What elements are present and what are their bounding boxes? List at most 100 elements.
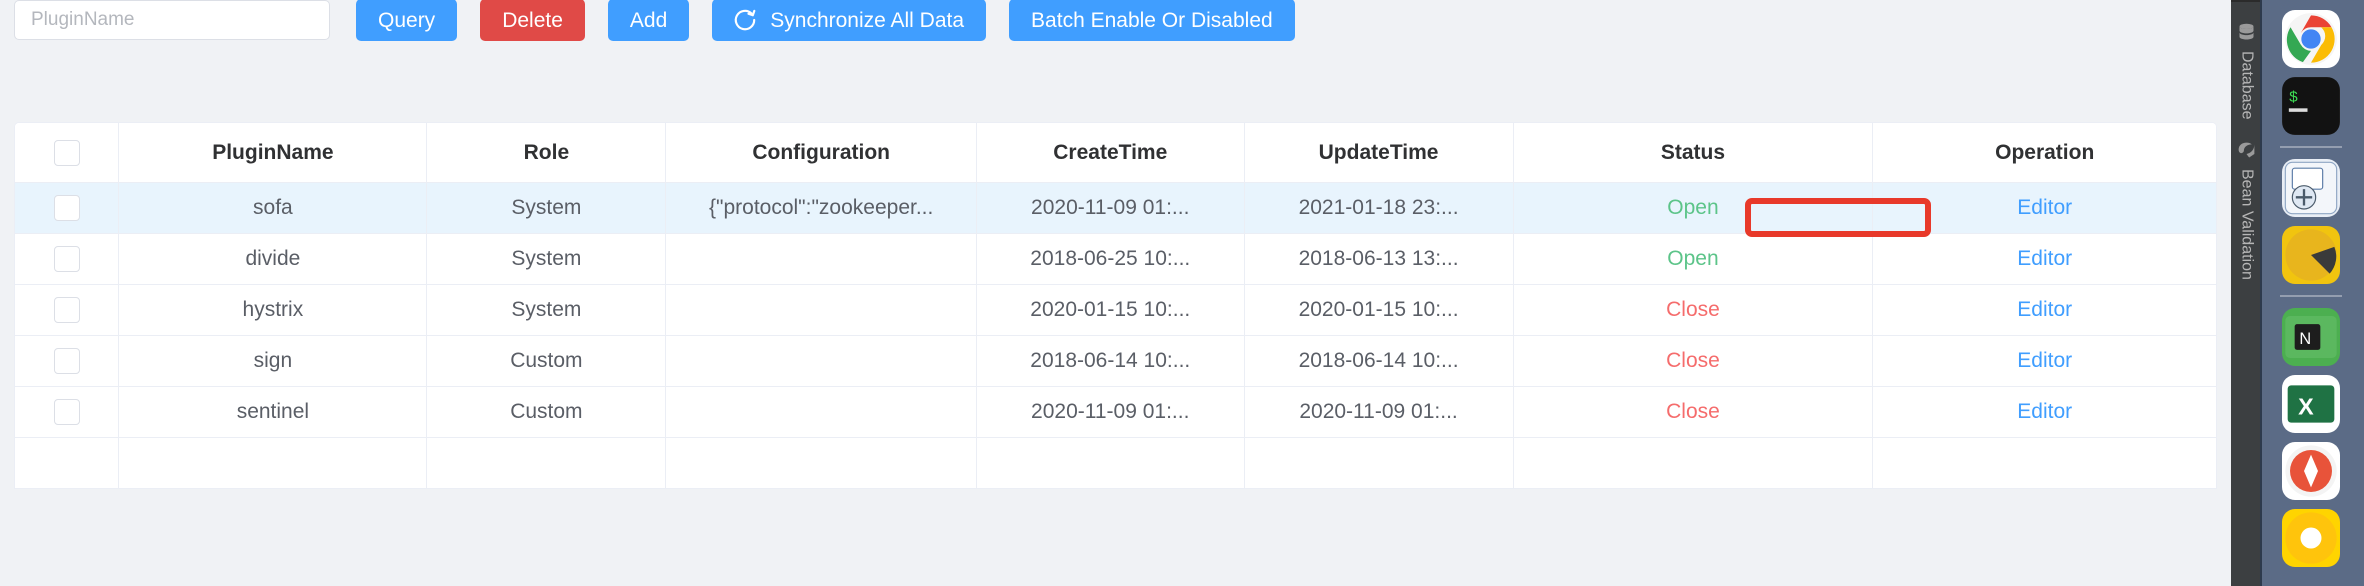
table-row[interactable]: divideSystem 2018-06-25 10:...2018-06-13 … xyxy=(15,234,2216,285)
cell-role: System xyxy=(427,234,666,285)
cell-createtime: 2020-11-09 01:... xyxy=(976,387,1244,438)
synchronize-all-data-button[interactable]: Synchronize All Data xyxy=(712,0,986,41)
status-badge[interactable]: Close xyxy=(1513,387,1873,438)
macos-dock: $ xyxy=(2260,0,2364,586)
sidebar-item-database-label: Database xyxy=(2238,51,2256,120)
status-badge-value[interactable]: Close xyxy=(1666,349,1720,372)
plugin-table-element: PluginName Role Configuration CreateTime… xyxy=(15,123,2216,489)
row-checkbox[interactable] xyxy=(54,195,80,221)
cell-pluginname xyxy=(119,438,427,489)
bean-validation-icon xyxy=(2236,140,2257,161)
status-badge-value[interactable]: Close xyxy=(1666,400,1720,423)
dock-icon-browser[interactable] xyxy=(2282,442,2340,500)
cell-role: System xyxy=(427,183,666,234)
row-checkbox[interactable] xyxy=(54,399,80,425)
editor-link-value[interactable]: Editor xyxy=(2017,298,2072,321)
column-header-status[interactable]: Status xyxy=(1513,123,1873,183)
column-header-role[interactable]: Role xyxy=(427,123,666,183)
ide-tool-strip: Database Bean Validation xyxy=(2231,0,2262,586)
cell-createtime: 2018-06-14 10:... xyxy=(976,336,1244,387)
row-select-cell[interactable] xyxy=(15,285,119,336)
cell-configuration xyxy=(666,438,977,489)
cell-role: Custom xyxy=(427,387,666,438)
sidebar-item-bean-validation[interactable]: Bean Validation xyxy=(2231,134,2262,280)
editor-link[interactable]: Editor xyxy=(1873,336,2216,387)
cell-configuration xyxy=(666,387,977,438)
table-row[interactable]: sentinelCustom2020-11-09 01:...2020-11-0… xyxy=(15,387,2216,438)
row-checkbox[interactable] xyxy=(54,297,80,323)
delete-button[interactable]: Delete xyxy=(480,0,585,41)
cell-configuration xyxy=(666,336,977,387)
cell-pluginname: divide xyxy=(119,234,427,285)
table-row[interactable]: hystrixSystem2020-01-15 10:...2020-01-15… xyxy=(15,285,2216,336)
column-header-createtime[interactable]: CreateTime xyxy=(976,123,1244,183)
editor-link-value[interactable]: Editor xyxy=(2017,349,2072,372)
svg-text:X: X xyxy=(2298,394,2314,420)
cell-updatetime: 2018-06-13 13:... xyxy=(1244,234,1513,285)
cell-pluginname: sofa xyxy=(119,183,427,234)
row-select-cell[interactable] xyxy=(15,387,119,438)
cell-configuration: {"protocol":"zookeeper... xyxy=(666,183,977,234)
select-all-header[interactable] xyxy=(15,123,119,183)
table-row[interactable]: sofaSystem{"protocol":"zookeeper...2020-… xyxy=(15,183,2216,234)
dock-icon-chrome[interactable] xyxy=(2282,10,2340,68)
dock-icon-list: $ xyxy=(2280,10,2342,567)
table-header-row: PluginName Role Configuration CreateTime… xyxy=(15,123,2216,183)
status-badge-value[interactable]: Open xyxy=(1667,196,1718,219)
cell-createtime xyxy=(976,438,1244,489)
dock-icon-excel[interactable]: X xyxy=(2282,375,2340,433)
table-row[interactable] xyxy=(15,438,2216,489)
plugin-management-page: Query Delete Add Synchronize All Data Ba… xyxy=(0,0,2231,586)
status-badge[interactable]: Open xyxy=(1513,234,1873,285)
column-header-pluginname[interactable]: PluginName xyxy=(119,123,427,183)
editor-link[interactable]: Editor xyxy=(1873,387,2216,438)
editor-link[interactable]: Editor xyxy=(1873,234,2216,285)
status-badge-value[interactable]: Open xyxy=(1667,247,1718,270)
sidebar-item-database[interactable]: Database xyxy=(2231,16,2262,120)
editor-link-value[interactable]: Editor xyxy=(2017,196,2072,219)
row-select-cell[interactable] xyxy=(15,183,119,234)
status-badge[interactable]: Close xyxy=(1513,336,1873,387)
dock-icon-folder[interactable] xyxy=(2282,226,2340,284)
editor-link[interactable]: Editor xyxy=(1873,285,2216,336)
search-input[interactable] xyxy=(14,0,330,40)
select-all-checkbox[interactable] xyxy=(54,140,80,166)
table-header: PluginName Role Configuration CreateTime… xyxy=(15,123,2216,183)
cell-role: System xyxy=(427,285,666,336)
toolbar: Query Delete Add Synchronize All Data Ba… xyxy=(14,0,1295,42)
column-header-configuration[interactable]: Configuration xyxy=(666,123,977,183)
cell-pluginname: hystrix xyxy=(119,285,427,336)
status-badge[interactable]: Close xyxy=(1513,285,1873,336)
row-checkbox[interactable] xyxy=(54,246,80,272)
batch-enable-or-disabled-button[interactable]: Batch Enable Or Disabled xyxy=(1009,0,1295,41)
status-badge[interactable]: Open xyxy=(1513,183,1873,234)
row-select-cell[interactable] xyxy=(15,336,119,387)
add-button[interactable]: Add xyxy=(608,0,689,41)
editor-link-value[interactable]: Editor xyxy=(2017,247,2072,270)
sidebar-item-bean-validation-label: Bean Validation xyxy=(2238,169,2256,280)
row-select-cell[interactable] xyxy=(15,438,119,489)
cell-pluginname: sentinel xyxy=(119,387,427,438)
column-header-updatetime[interactable]: UpdateTime xyxy=(1244,123,1513,183)
status-badge xyxy=(1513,438,1873,489)
dock-icon-screenshot-tool[interactable] xyxy=(2282,159,2340,217)
cell-updatetime xyxy=(1244,438,1513,489)
refresh-icon xyxy=(732,7,758,33)
editor-link[interactable]: Editor xyxy=(1873,183,2216,234)
dock-icon-app[interactable] xyxy=(2282,509,2340,567)
dock-icon-terminal[interactable]: $ xyxy=(2282,77,2340,135)
table-row[interactable]: signCustom2018-06-14 10:...2018-06-14 10… xyxy=(15,336,2216,387)
cell-role xyxy=(427,438,666,489)
editor-link-value[interactable]: Editor xyxy=(2017,400,2072,423)
table-body: sofaSystem{"protocol":"zookeeper...2020-… xyxy=(15,183,2216,489)
cell-createtime: 2020-11-09 01:... xyxy=(976,183,1244,234)
editor-link xyxy=(1873,438,2216,489)
column-header-operation[interactable]: Operation xyxy=(1873,123,2216,183)
cell-createtime: 2018-06-25 10:... xyxy=(976,234,1244,285)
database-icon xyxy=(2236,22,2257,43)
row-select-cell[interactable] xyxy=(15,234,119,285)
dock-icon-notes[interactable]: N xyxy=(2282,308,2340,366)
row-checkbox[interactable] xyxy=(54,348,80,374)
status-badge-value[interactable]: Close xyxy=(1666,298,1720,321)
query-button[interactable]: Query xyxy=(356,0,457,41)
